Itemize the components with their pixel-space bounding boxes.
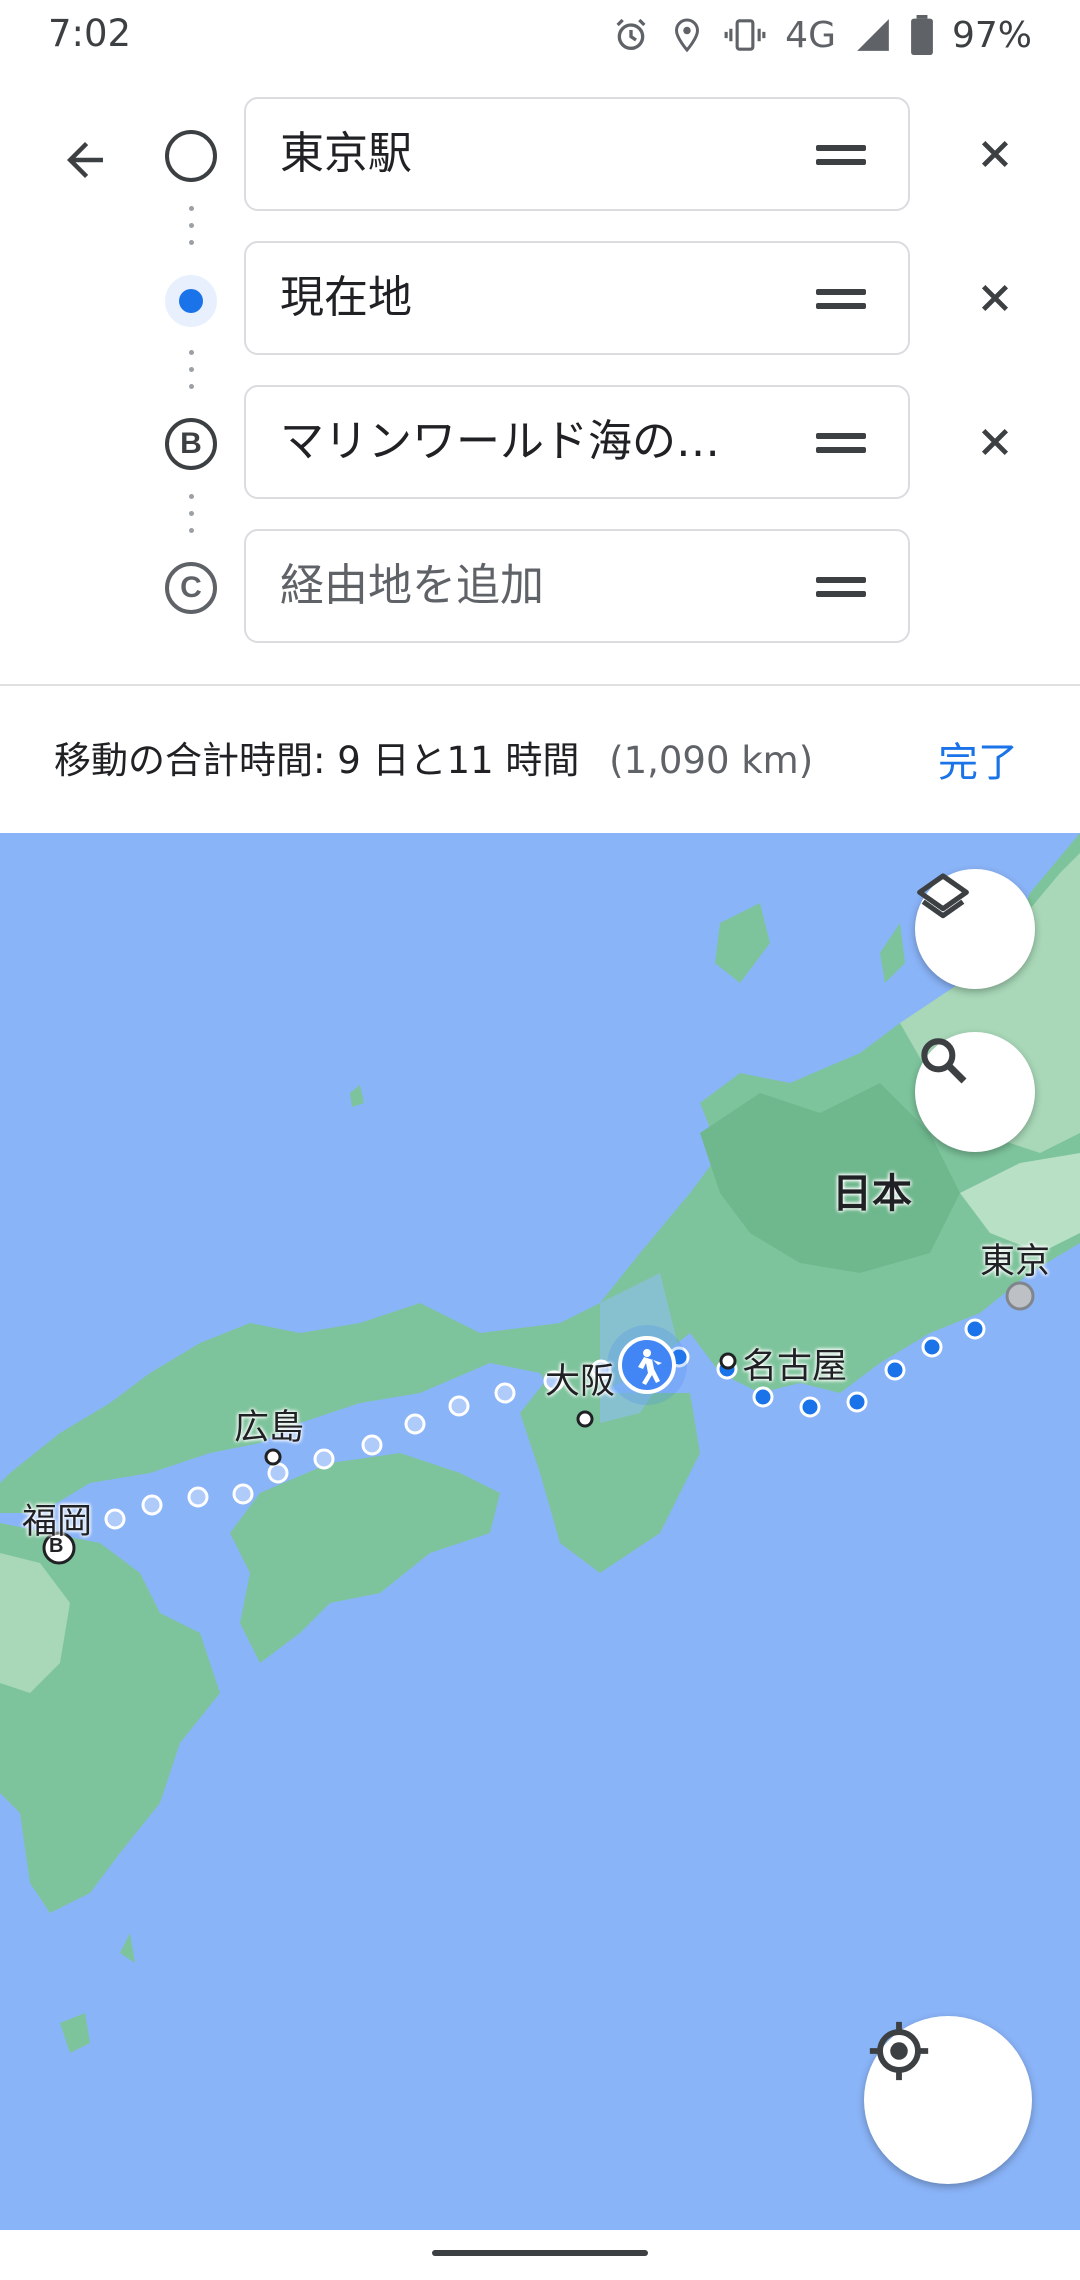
close-icon [981,428,1009,456]
my-location-icon [869,2021,929,2081]
land-island [60,2013,90,2053]
destination-field[interactable]: マリンワールド海の… [244,385,910,499]
close-icon [981,284,1009,312]
battery-icon [911,15,933,55]
close-icon [981,140,1009,168]
drag-handle-icon[interactable] [816,145,866,165]
trip-summary: 移動の合計時間: 9 日と11 時間 (1,090 km) [54,730,813,784]
remove-current-button[interactable] [970,273,1020,323]
arrow-back-icon [67,142,103,178]
location-icon [675,18,700,53]
add-stop-field[interactable]: 経由地を追加 [244,529,910,643]
label-nagoya: 名古屋 [742,1347,848,1387]
label-tokyo: 東京 [980,1242,1051,1282]
drag-handle-icon[interactable] [816,433,866,453]
origin-field[interactable]: 東京駅 [244,97,910,211]
destination-b-label: B [49,1535,64,1557]
alarm-icon [616,18,646,51]
label-osaka: 大阪 [545,1362,616,1402]
remove-destination-button[interactable] [970,417,1020,467]
divider [0,684,1080,686]
land-sado [715,903,770,983]
total-distance: (1,090 km) [609,739,814,782]
system-nav-bar [0,2230,1080,2280]
land-island [120,1933,135,1963]
search-button[interactable] [915,1032,1035,1152]
layers-button[interactable] [915,869,1035,989]
signal-icon [857,19,889,51]
done-button[interactable]: 完了 [938,730,1018,788]
remove-origin-button[interactable] [970,129,1020,179]
origin-field-text: 東京駅 [280,128,412,179]
route-dots [189,350,194,401]
back-button[interactable] [50,125,120,195]
drag-handle-icon[interactable] [816,577,866,597]
home-gesture-handle[interactable] [432,2250,648,2256]
route-dots [189,494,194,545]
layers-icon [917,873,969,919]
drag-handle-icon[interactable] [816,289,866,309]
hiroshima-dot [264,1448,282,1466]
current-field-text: 現在地 [280,272,412,323]
label-hiroshima: 広島 [234,1408,305,1448]
destination-b-marker: B [165,418,217,470]
current-location-marker [165,275,217,327]
route-dots [189,206,194,257]
add-stop-c-marker: C [165,562,217,614]
my-location-button[interactable] [864,2016,1032,2184]
label-japan: 日本 [832,1171,912,1217]
land-shikoku [230,1453,500,1663]
total-time-label: 移動の合計時間: 9 日と11 時間 [54,739,580,782]
status-time: 7:02 [48,12,132,55]
osaka-dot [576,1410,594,1428]
nagoya-dot [719,1352,737,1370]
status-bar: 7:02 4G 97% [0,0,1080,76]
land-island [880,923,905,983]
map-view[interactable]: 日本 東京 名古屋 大阪 広島 福岡 B [0,833,1080,2230]
tokyo-dot [1005,1281,1035,1311]
land-island [350,1085,364,1107]
search-icon [921,1038,967,1084]
add-stop-placeholder: 経由地を追加 [280,560,544,611]
network-label: 4G [785,14,836,56]
destination-field-text: マリンワールド海の… [280,416,720,467]
origin-marker [165,130,217,182]
vibrate-icon [724,19,766,51]
stop-field-current[interactable]: 現在地 [244,241,910,355]
battery-percent: 97% [951,14,1032,56]
status-icons: 4G 97% [611,10,1032,60]
